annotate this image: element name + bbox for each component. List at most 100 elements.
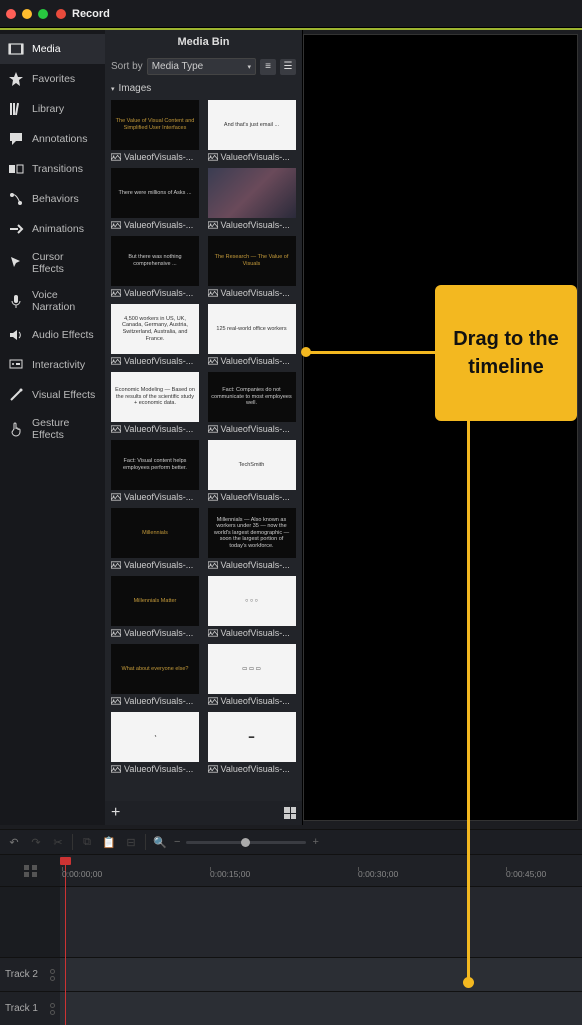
media-thumbnail[interactable]: Millennials MatterValueofVisuals-... <box>111 576 199 638</box>
sort-by-select[interactable]: Media Type ▾ <box>147 58 256 75</box>
thumbnail-caption: ValueofVisuals-... <box>111 558 199 570</box>
redo-button[interactable]: ↷ <box>28 834 44 850</box>
thumbnail-image: What about everyone else? <box>111 644 199 694</box>
sidebar-item-audio-effects[interactable]: Audio Effects <box>0 320 105 350</box>
sidebar-item-cursor-effects[interactable]: Cursor Effects <box>0 244 105 282</box>
media-thumbnail[interactable]: Economic Modeling — Based on the results… <box>111 372 199 434</box>
sidebar-item-favorites[interactable]: Favorites <box>0 64 105 94</box>
undo-button[interactable]: ↶ <box>6 834 22 850</box>
sidebar-item-interactivity[interactable]: Interactivity <box>0 350 105 380</box>
thumbnail-image: Economic Modeling — Based on the results… <box>111 372 199 422</box>
cut-button[interactable]: ✂ <box>50 834 66 850</box>
thumbnail-image: The Research — The Value of Visuals <box>208 236 296 286</box>
sidebar-label: Behaviors <box>32 193 79 205</box>
thumbnail-caption: ValueofVisuals-... <box>208 558 296 570</box>
grid-view-button[interactable] <box>284 807 296 819</box>
sidebar-item-animations[interactable]: Animations <box>0 214 105 244</box>
sidebar-item-library[interactable]: Library <box>0 94 105 124</box>
thumbnail-caption: ValueofVisuals-... <box>111 218 199 230</box>
track-lock-toggle[interactable] <box>50 976 55 981</box>
media-thumbnail[interactable]: Fact: Companies do not communicate to mo… <box>208 372 296 434</box>
track-1-header[interactable]: Track 1 <box>0 991 60 1025</box>
record-button[interactable]: Record <box>56 8 110 20</box>
timeline-ruler[interactable]: 0:00:00;00 0:00:15;00 0:00:30;00 0:00:45… <box>60 855 582 887</box>
media-thumbnail[interactable]: There were millions of Asks ...ValueofVi… <box>111 168 199 230</box>
library-icon <box>8 101 24 117</box>
paste-button[interactable]: 📋 <box>101 834 117 850</box>
track-2-lane[interactable] <box>60 957 582 991</box>
thumbnail-caption: ValueofVisuals-... <box>111 626 199 638</box>
sidebar-label: Library <box>32 103 64 115</box>
copy-button[interactable]: ⧉ <box>79 834 95 850</box>
preview-canvas[interactable] <box>303 34 578 821</box>
zoom-slider[interactable]: − + <box>174 836 319 848</box>
quiz-button[interactable] <box>32 865 37 870</box>
thumbnail-caption: ValueofVisuals-... <box>208 694 296 706</box>
thumbnail-image: And that's just email ... <box>208 100 296 150</box>
track-label: Track 2 <box>5 969 38 980</box>
maximize-window-button[interactable] <box>38 9 48 19</box>
add-marker-button[interactable] <box>24 865 29 870</box>
thumbnail-image: 4,500 workers in US, UK, Canada, Germany… <box>111 304 199 354</box>
quiz-toggle[interactable] <box>32 872 37 877</box>
section-label: Images <box>119 83 152 94</box>
media-thumbnail[interactable]: MillennialsValueofVisuals-... <box>111 508 199 570</box>
media-thumbnail-scroll[interactable]: The Value of Visual Content and Simplifi… <box>105 98 302 801</box>
zoom-in-button[interactable]: + <box>312 836 318 848</box>
sidebar-item-gesture-effects[interactable]: Gesture Effects <box>0 410 105 448</box>
media-thumbnail[interactable]: But there was nothing comprehensive ...V… <box>111 236 199 298</box>
thumbnail-image: ▬ <box>208 712 296 762</box>
media-thumbnail[interactable]: ○ ○ ○ValueofVisuals-... <box>208 576 296 638</box>
track-lock-toggle[interactable] <box>50 1010 55 1015</box>
zoom-thumb[interactable] <box>241 838 250 847</box>
thumbnail-caption: ValueofVisuals-... <box>208 218 296 230</box>
cursor-icon <box>8 255 24 271</box>
media-thumbnail[interactable]: ▬ValueofVisuals-... <box>208 712 296 774</box>
ruler-tick: 0:00:00;00 <box>62 869 102 879</box>
track-visible-toggle[interactable] <box>50 1003 55 1008</box>
sidebar-label: Cursor Effects <box>32 251 97 275</box>
thumbnail-image: There were millions of Asks ... <box>111 168 199 218</box>
interactivity-icon <box>8 357 24 373</box>
media-thumbnail[interactable]: The Research — The Value of VisualsValue… <box>208 236 296 298</box>
track-1-lane[interactable] <box>60 991 582 1025</box>
media-thumbnail[interactable]: Fact: Visual content helps employees per… <box>111 440 199 502</box>
media-thumbnail[interactable]: The Value of Visual Content and Simplifi… <box>111 100 199 162</box>
close-window-button[interactable] <box>6 9 16 19</box>
media-thumbnail[interactable]: 4,500 workers in US, UK, Canada, Germany… <box>111 304 199 366</box>
sidebar-label: Media <box>32 43 61 55</box>
media-thumbnail[interactable]: ◔ValueofVisuals-... <box>111 712 199 774</box>
sidebar-item-media[interactable]: Media <box>0 34 105 64</box>
thumbnail-caption: ValueofVisuals-... <box>111 490 199 502</box>
media-thumbnail[interactable]: 125 real-world office workersValueofVisu… <box>208 304 296 366</box>
timeline-canvas[interactable]: 0:00:00;00 0:00:15;00 0:00:30;00 0:00:45… <box>60 855 582 1025</box>
zoom-out-button[interactable]: − <box>174 836 180 848</box>
media-thumbnail[interactable]: ValueofVisuals-... <box>208 168 296 230</box>
sidebar-item-transitions[interactable]: Transitions <box>0 154 105 184</box>
media-thumbnail[interactable]: ▭ ▭ ▭ValueofVisuals-... <box>208 644 296 706</box>
section-images-header[interactable]: ▾ Images <box>105 79 302 98</box>
track-visible-toggle[interactable] <box>50 969 55 974</box>
thumbnail-caption: ValueofVisuals-... <box>208 354 296 366</box>
minimize-window-button[interactable] <box>22 9 32 19</box>
media-thumbnail[interactable]: What about everyone else?ValueofVisuals-… <box>111 644 199 706</box>
wand-icon <box>8 387 24 403</box>
sidebar-item-voice-narration[interactable]: Voice Narration <box>0 282 105 320</box>
callout-connector <box>467 421 470 981</box>
marker-toggle[interactable] <box>24 872 29 877</box>
thumbnail-image: Millennials <box>111 508 199 558</box>
split-button[interactable]: ⊟ <box>123 834 139 850</box>
sidebar-item-visual-effects[interactable]: Visual Effects <box>0 380 105 410</box>
sidebar-item-annotations[interactable]: Annotations <box>0 124 105 154</box>
sidebar-label: Annotations <box>32 133 87 145</box>
view-list-button[interactable]: ≡ <box>260 59 276 75</box>
record-icon <box>56 9 66 19</box>
sidebar-item-behaviors[interactable]: Behaviors <box>0 184 105 214</box>
view-detail-button[interactable]: ☰ <box>280 59 296 75</box>
track-2-header[interactable]: Track 2 <box>0 957 60 991</box>
media-thumbnail[interactable]: TechSmithValueofVisuals-... <box>208 440 296 502</box>
media-thumbnail[interactable]: Millennials — Also known as workers unde… <box>208 508 296 570</box>
add-media-button[interactable]: + <box>111 804 120 822</box>
thumbnail-image: Millennials — Also known as workers unde… <box>208 508 296 558</box>
media-thumbnail[interactable]: And that's just email ...ValueofVisuals-… <box>208 100 296 162</box>
